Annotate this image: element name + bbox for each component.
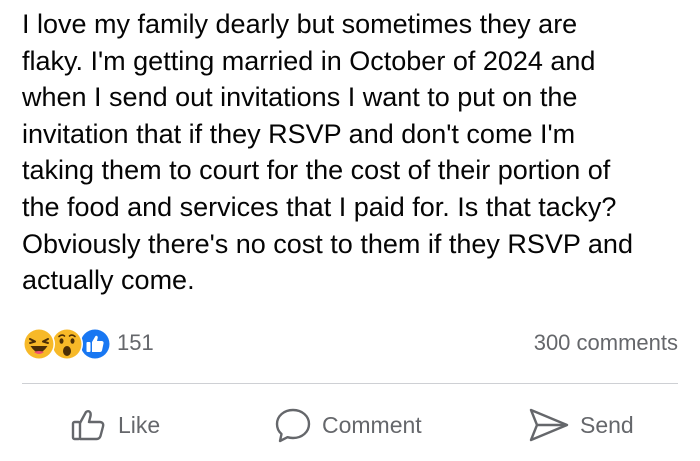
reactions-bar: 151 300 comments	[22, 326, 678, 362]
send-icon	[529, 408, 569, 442]
post-text-line: invitation that if they RSVP and don't c…	[22, 118, 576, 149]
like-label: Like	[118, 411, 161, 438]
comments-count[interactable]: 300 comments	[534, 330, 678, 356]
send-label: Send	[580, 411, 634, 438]
post-body: I love my family dearly but sometimes th…	[22, 6, 692, 299]
post-text-line: the food and services that I paid for. I…	[22, 191, 617, 222]
comment-icon	[275, 408, 311, 443]
post-text-line: when I send out invitations I want to pu…	[22, 82, 578, 113]
send-button[interactable]: Send	[528, 403, 634, 447]
like-button[interactable]: Like	[70, 403, 160, 447]
laughing-emoji-icon	[23, 328, 55, 360]
comment-button[interactable]: Comment	[274, 403, 422, 447]
action-divider	[22, 383, 678, 384]
reaction-count[interactable]: 151	[117, 330, 154, 356]
comment-label: Comment	[322, 411, 422, 438]
post-text-line: actually come.	[22, 265, 195, 296]
post-text-line: taking them to court for the cost of the…	[22, 155, 611, 186]
post-text-line: Obviously there's no cost to them if the…	[22, 228, 633, 259]
like-icon	[71, 410, 105, 441]
post-text-line: flaky. I'm getting married in October of…	[22, 45, 596, 76]
reaction-summary[interactable]	[22, 327, 114, 361]
post-text-line: I love my family dearly but sometimes th…	[22, 9, 578, 39]
